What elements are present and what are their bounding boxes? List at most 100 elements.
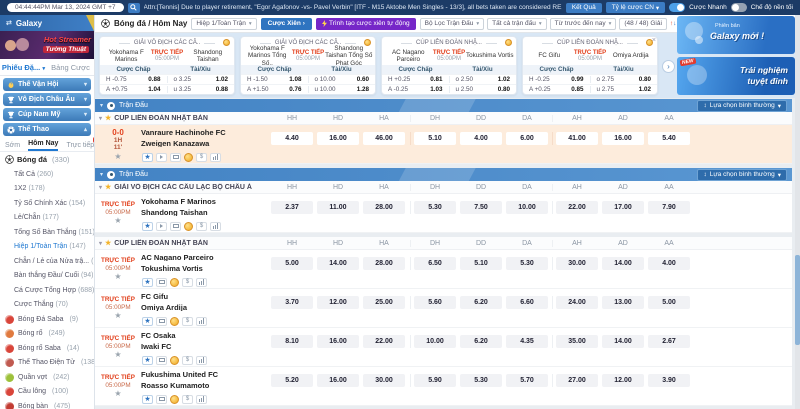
scrollbar[interactable] <box>795 15 800 409</box>
sidebar-sport-item[interactable]: Cầu lông(100) <box>0 385 94 400</box>
sidebar-sport-item[interactable]: Bóng rổ(249) <box>0 327 94 342</box>
home-team[interactable]: Vanraure Hachinohe FC <box>141 129 268 137</box>
odds-cell[interactable]: 6.60 <box>506 296 548 309</box>
bet-type-item[interactable]: Cá Cược Tổng Hợp(688) <box>0 283 94 298</box>
odds-cell[interactable]: 30.00 <box>556 257 598 270</box>
odds-cell[interactable]: 5.10 <box>460 257 502 270</box>
favorite-star-icon[interactable]: ★ <box>142 278 153 287</box>
featured-match-card[interactable]: CÚP LIÊN ĐOÀN NHẬ... AC Nagano Parceiro … <box>381 36 517 95</box>
favorite-star-icon[interactable]: ★ <box>142 317 153 326</box>
cashout-icon[interactable]: $ <box>182 356 193 365</box>
search-button[interactable] <box>128 3 140 13</box>
collapse-icon[interactable]: ▾ <box>100 171 103 178</box>
statistics-icon[interactable] <box>196 317 207 326</box>
view-mode-select[interactable]: ↕ Lựa chọn bình thường ▾ <box>697 169 787 181</box>
statistics-icon[interactable] <box>210 222 221 231</box>
collapse-icon[interactable]: ▾ <box>99 240 102 247</box>
odds-cell[interactable]: 5.60 <box>414 296 456 309</box>
cashout-icon[interactable]: $ <box>196 222 207 231</box>
statistics-icon[interactable] <box>210 153 221 162</box>
tab-bet-slip[interactable]: Phiếu Đặ... ▾ <box>0 63 47 72</box>
odds-cell[interactable]: 12.00 <box>317 296 359 309</box>
away-team[interactable]: Zweigen Kanazawa <box>141 140 268 148</box>
pitch-view-icon[interactable] <box>156 317 167 326</box>
odds-cell[interactable]: 28.00 <box>363 201 405 214</box>
odds-cell[interactable]: 5.70 <box>506 374 548 387</box>
bet-type-item[interactable]: Bàn thắng Đầu/ Cuối(94) <box>0 269 94 284</box>
favorite-star-icon[interactable]: ★ <box>105 239 111 247</box>
odds-cell[interactable]: 4.00 <box>648 257 690 270</box>
odds-cell[interactable]: 7.90 <box>648 201 690 214</box>
odds-cell[interactable]: 22.00 <box>556 201 598 214</box>
odds-cell[interactable]: 3.70 <box>271 296 313 309</box>
match-filter-select[interactable]: Bộ Lọc Trận Đấu▾ <box>420 18 485 30</box>
home-team[interactable]: Fukushima United FC <box>141 371 268 379</box>
pitch-view-icon[interactable] <box>156 395 167 404</box>
odds-cell[interactable]: 5.10 <box>414 132 456 145</box>
odds-cell[interactable]: 10.00 <box>506 201 548 214</box>
card-odds-row[interactable]: A +0.751.04 u 3.250.88 <box>100 84 234 94</box>
away-team[interactable]: Shandong Taishan <box>141 209 268 217</box>
card-odds-row[interactable]: H -0.250.99 o 2.750.80 <box>523 74 657 84</box>
cashout-icon[interactable]: $ <box>182 395 193 404</box>
odds-cell[interactable]: 13.00 <box>602 296 644 309</box>
odds-cell[interactable]: 2.37 <box>271 201 313 214</box>
pitch-view-icon[interactable] <box>170 153 181 162</box>
statistics-icon[interactable] <box>196 278 207 287</box>
tab-bet-board[interactable]: Bảng Cược <box>47 63 94 72</box>
odds-cell[interactable]: 16.00 <box>317 374 359 387</box>
odds-cell[interactable]: 14.00 <box>602 257 644 270</box>
away-team[interactable]: Tokushima Vortis <box>141 265 268 273</box>
favorite-star-icon[interactable]: ★ <box>142 395 153 404</box>
favorite-star-icon[interactable]: ★ <box>114 273 121 281</box>
home-team[interactable]: AC Nagano Parceiro <box>141 254 268 262</box>
odds-type-button[interactable]: Tỷ lệ cược CN ▾ <box>606 2 665 13</box>
favorite-star-icon[interactable]: ★ <box>114 351 121 359</box>
odds-cell[interactable]: 7.50 <box>460 201 502 214</box>
time-range-select[interactable]: Từ trước đến nay▾ <box>550 18 617 30</box>
close-icon[interactable]: × <box>652 37 656 44</box>
promo-coin-icon[interactable] <box>184 222 193 231</box>
odds-cell[interactable]: 11.00 <box>317 201 359 214</box>
card-odds-row[interactable]: A +0.250.85 u 2.751.02 <box>523 84 657 94</box>
parlay-button[interactable]: Cược Xiên› <box>261 18 312 30</box>
featured-match-card[interactable]: GIẢI VÔ ĐỊCH CÁC CÂ.. Yokohama F Marinos… <box>99 36 235 95</box>
sidebar-sport-item[interactable]: Quần vợt(242) <box>0 370 94 385</box>
bet-type-item[interactable]: Hiệp 1/Toàn Trận(147) <box>0 240 94 255</box>
pitch-view-icon[interactable] <box>156 356 167 365</box>
promo-coin-icon[interactable] <box>170 395 179 404</box>
odds-cell[interactable]: 6.20 <box>460 296 502 309</box>
promo-coin-icon[interactable] <box>184 153 193 162</box>
favorite-star-icon[interactable]: ★ <box>114 312 121 320</box>
bet-type-item[interactable]: Lẻ/Chẵn(177) <box>0 211 94 226</box>
away-team[interactable]: Iwaki FC <box>141 343 268 351</box>
bet-type-item[interactable]: Chẵn / Lẻ của Nửa trậ...(143) <box>0 254 94 269</box>
favorite-star-icon[interactable]: ★ <box>105 114 111 122</box>
odds-cell[interactable]: 6.20 <box>460 335 502 348</box>
odds-cell[interactable]: 4.40 <box>271 132 313 145</box>
bet-type-item[interactable]: 1X2(178) <box>0 182 94 197</box>
favorite-star-icon[interactable]: ★ <box>114 153 121 161</box>
sidebar-sport-item[interactable]: Bóng Đá Saba(9) <box>0 312 94 327</box>
card-odds-row[interactable]: H +0.250.81 o 2.501.02 <box>382 74 516 84</box>
away-team[interactable]: Roasso Kumamoto <box>141 382 268 390</box>
promo-banner-experience[interactable]: NEW Trải nghiệm tuyệt đỉnh <box>677 57 795 95</box>
home-team[interactable]: Yokohama F Marinos <box>141 198 268 206</box>
odds-cell[interactable]: 35.00 <box>556 335 598 348</box>
league-count-button[interactable]: (48 / 48) Giải <box>619 18 667 30</box>
odds-cell[interactable]: 2.67 <box>648 335 690 348</box>
odds-cell[interactable]: 3.90 <box>648 374 690 387</box>
odds-cell[interactable]: 5.40 <box>648 132 690 145</box>
odds-cell[interactable]: 12.00 <box>602 374 644 387</box>
dark-mode-toggle[interactable] <box>731 3 747 12</box>
favorite-star-icon[interactable]: ★ <box>142 356 153 365</box>
cashout-icon[interactable]: $ <box>182 278 193 287</box>
card-odds-row[interactable]: H -0.750.88 o 3.251.02 <box>100 74 234 84</box>
sidebar-sport-item[interactable]: Thể Thao Điện Tử(138) <box>0 356 94 371</box>
quick-bet-toggle[interactable] <box>669 3 685 12</box>
bet-type-item[interactable]: Cược Thắng(70) <box>0 298 94 313</box>
sidebar-subtab[interactable]: Sớm <box>5 142 20 151</box>
odds-cell[interactable]: 16.00 <box>602 132 644 145</box>
featured-match-card[interactable]: CÚP LIÊN ĐOÀN NHẬ... × FC Gifu TRỰC TIẾP… <box>522 36 658 95</box>
favorite-star-icon[interactable]: ★ <box>142 222 153 231</box>
